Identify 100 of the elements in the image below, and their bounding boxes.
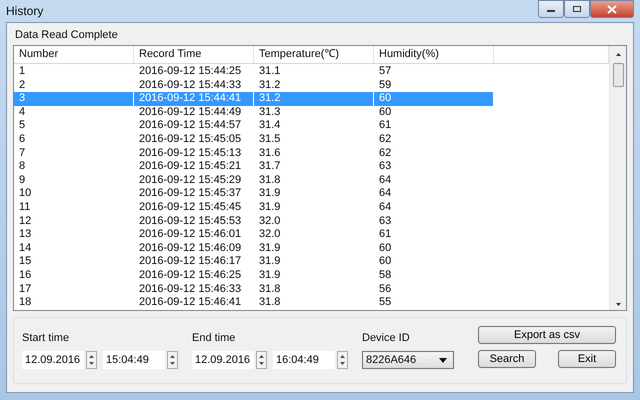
table-cell-text: 31.9 xyxy=(258,268,282,282)
table-cell-text: 60 xyxy=(378,242,392,256)
table-cell: 3 xyxy=(14,92,134,106)
close-button[interactable] xyxy=(590,0,634,18)
table-cell-text: 64 xyxy=(378,200,392,215)
close-icon xyxy=(607,4,617,14)
table-cell-text: 63 xyxy=(378,160,392,174)
table-row[interactable]: 12 2016-09-12 15:45:53 32.0 63 xyxy=(14,214,609,228)
field-label: Start time xyxy=(22,332,70,346)
date-field[interactable]: 12.09.2016 xyxy=(22,351,84,369)
minimize-button[interactable] xyxy=(538,0,564,18)
search-button[interactable]: Search xyxy=(478,350,536,368)
scroll-thumb[interactable] xyxy=(612,63,624,87)
table-row[interactable]: 9 2016-09-12 15:45:29 31.8 64 xyxy=(14,174,609,188)
table-cell-text: 64 xyxy=(378,174,392,188)
dropdown-arrow-icon xyxy=(439,358,447,362)
table-cell-text: 2 xyxy=(18,78,26,92)
table-cell-text: 31.6 xyxy=(258,146,282,160)
table-row[interactable]: 8 2016-09-12 15:45:21 31.7 63 xyxy=(14,160,609,174)
table-cell-text: 2016-09-12 15:45:37 xyxy=(138,187,242,201)
table-cell-text: 4 xyxy=(18,106,26,120)
table-cell-text: 5 xyxy=(18,119,26,133)
table-cell-text: 15 xyxy=(18,255,32,269)
table-row[interactable]: 11 2016-09-12 15:45:45 31.9 64 xyxy=(14,200,609,215)
table-cell: 60 xyxy=(374,92,494,106)
table-row[interactable]: 7 2016-09-12 15:45:13 31.6 62 xyxy=(14,146,609,160)
table-cell-text: 17 xyxy=(18,282,32,296)
table-cell-text: 56 xyxy=(378,282,392,296)
table-cell-text: 31.3 xyxy=(258,106,282,120)
table-cell-text: 2016-09-12 15:46:17 xyxy=(138,255,242,269)
table-cell-text: 31.8 xyxy=(258,174,282,188)
time-field[interactable]: 15:04:49 xyxy=(103,351,165,369)
export-button[interactable]: Export as csv xyxy=(478,326,616,344)
table-cell-text: 31.1 xyxy=(258,65,282,79)
window-title: History xyxy=(6,4,44,18)
maximize-button[interactable] xyxy=(564,0,590,18)
table-cell-text: 31.9 xyxy=(258,187,282,201)
table-cell-text: 2016-09-12 15:46:41 xyxy=(138,296,242,310)
table-cell-text: 2016-09-12 15:45:21 xyxy=(138,160,242,174)
table-cell-text: 55 xyxy=(378,296,392,310)
table-cell-text: 63 xyxy=(378,214,392,228)
table-row[interactable]: 13 2016-09-12 15:46:01 32.0 61 xyxy=(14,228,609,242)
time-field[interactable]: 16:04:49 xyxy=(273,351,335,369)
table-row[interactable]: 15 2016-09-12 15:46:17 31.9 60 xyxy=(14,255,609,269)
table-cell-text: 31.9 xyxy=(258,255,282,269)
table-cell-text: 31.2 xyxy=(258,78,282,92)
spin-arrows-icon[interactable] xyxy=(256,351,267,369)
table-cell-text: 12 xyxy=(18,214,32,228)
table-cell-text: 2016-09-12 15:46:33 xyxy=(138,282,242,296)
table-cell-text: 2016-09-12 15:45:13 xyxy=(138,146,242,160)
table-row[interactable]: 16 2016-09-12 15:46:25 31.9 58 xyxy=(14,268,609,282)
table-cell-text: 2016-09-12 15:45:53 xyxy=(138,214,242,228)
table-cell-text: 59 xyxy=(378,78,392,92)
table-row[interactable]: 6 2016-09-12 15:45:05 31.5 62 xyxy=(14,132,609,147)
table-cell-text: 31.8 xyxy=(258,296,282,310)
group-title: Data Read Complete xyxy=(14,29,119,41)
table-cell-text: 60 xyxy=(378,106,392,120)
table-cell-text: 2016-09-12 15:46:09 xyxy=(138,242,242,256)
table-cell-text: 2016-09-12 15:44:33 xyxy=(138,78,242,92)
table-cell-text: 6 xyxy=(18,132,26,147)
table-cell-text: 31.9 xyxy=(258,200,282,215)
spin-arrows-icon[interactable] xyxy=(167,351,178,369)
table-cell-text: 58 xyxy=(378,268,392,282)
table-cell-text: 57 xyxy=(378,65,392,79)
table-cell-text: 14 xyxy=(18,242,32,256)
table-cell-text: 61 xyxy=(378,119,392,133)
table-cell-text: 2016-09-12 15:45:29 xyxy=(138,174,242,188)
table-cell-text: 1 xyxy=(18,65,26,79)
table-row[interactable]: 1 2016-09-12 15:44:25 31.1 57 xyxy=(14,65,609,79)
table-cell-text: 2016-09-12 15:45:45 xyxy=(138,200,242,215)
table-cell-text: 8 xyxy=(18,160,26,174)
table-cell-text: 7 xyxy=(18,146,26,160)
table-row[interactable]: 4 2016-09-12 15:44:49 31.3 60 xyxy=(14,106,609,120)
table-cell-text: 16 xyxy=(18,268,32,282)
table-cell-text: 31.7 xyxy=(258,160,282,174)
table-cell-text: 2016-09-12 15:46:01 xyxy=(138,228,242,242)
spin-arrows-icon[interactable] xyxy=(86,351,97,369)
table-cell: 2016-09-12 15:44:41 xyxy=(134,92,254,106)
table-row[interactable]: 17 2016-09-12 15:46:33 31.8 56 xyxy=(14,282,609,296)
table-cell-text: 11 xyxy=(18,200,32,215)
table-row[interactable]: 5 2016-09-12 15:44:57 31.4 61 xyxy=(14,119,609,133)
table-cell-text: 64 xyxy=(378,187,392,201)
table-row[interactable]: 2 2016-09-12 15:44:33 31.2 59 xyxy=(14,78,609,92)
table-cell-text: 31.5 xyxy=(258,132,282,147)
spin-arrows-icon[interactable] xyxy=(337,351,348,369)
table-cell-text: 61 xyxy=(378,228,392,242)
table-cell-text: 31.9 xyxy=(258,242,282,256)
table-cell-text: 9 xyxy=(18,174,26,188)
table-row[interactable]: 18 2016-09-12 15:46:41 31.8 55 xyxy=(14,296,609,310)
device-dropdown[interactable]: 8226A646 xyxy=(362,351,454,369)
exit-button[interactable]: Exit xyxy=(558,350,616,368)
table-row[interactable]: 14 2016-09-12 15:46:09 31.9 60 xyxy=(14,242,609,256)
table-cell-text: 60 xyxy=(378,255,392,269)
table-cell-text: 62 xyxy=(378,146,392,160)
date-field[interactable]: 12.09.2016 xyxy=(192,351,254,369)
table-cell-text: 10 xyxy=(18,187,32,201)
vertical-scrollbar[interactable] xyxy=(609,46,626,310)
table-row[interactable]: 10 2016-09-12 15:45:37 31.9 64 xyxy=(14,187,609,201)
table-cell-text: 2016-09-12 15:44:49 xyxy=(138,106,242,120)
table-cell-text: 2016-09-12 15:44:25 xyxy=(138,65,242,79)
